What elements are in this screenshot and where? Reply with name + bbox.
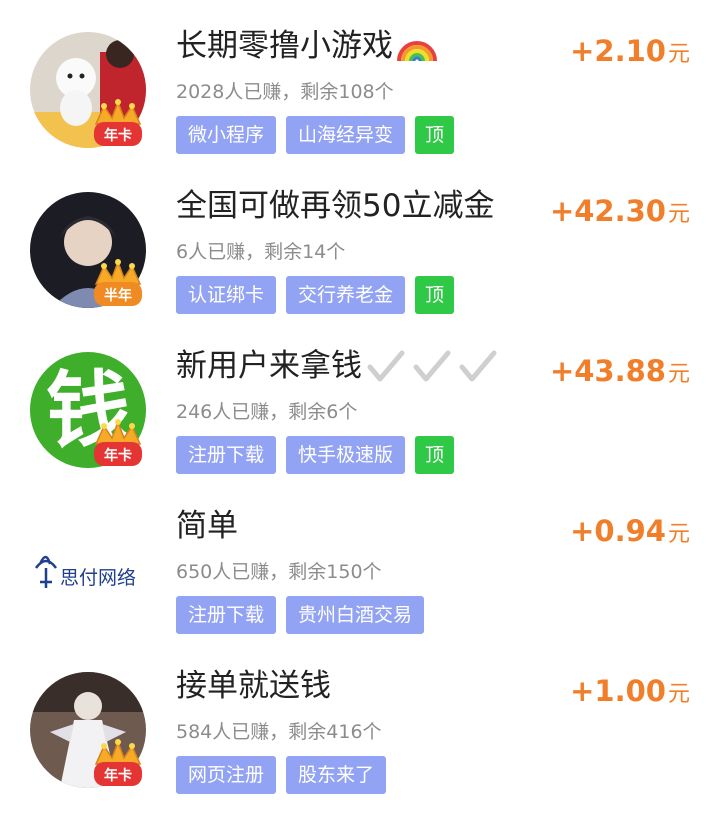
vip-badge-label: 半年 [104, 287, 132, 304]
vip-badge: 半年 [90, 256, 146, 312]
task-tags: 注册下载 快手极速版 顶 [176, 436, 455, 474]
reward-amount: +0.94 [570, 514, 666, 548]
reward-unit: 元 [667, 682, 690, 707]
task-title-text: 长期零撸小游戏 [176, 28, 393, 64]
tag: 注册下载 [176, 436, 277, 474]
top-tag: 顶 [415, 276, 455, 314]
reward-unit: 元 [667, 202, 690, 227]
task-tags: 认证绑卡 交行养老金 顶 [176, 276, 455, 314]
vip-badge: 年卡 [90, 736, 146, 792]
task-title-text: 简单 [176, 508, 238, 544]
task-tags: 注册下载 贵州白酒交易 [176, 596, 425, 634]
reward-amount: +2.10 [570, 34, 666, 68]
task-list: 年卡 长期零撸小游戏 2028人已赚，剩余108个 微小程序 山海经异变 顶 +… [0, 0, 720, 814]
task-title: 长期零撸小游戏 [176, 26, 437, 66]
tag: 股东来了 [286, 756, 387, 794]
vip-badge: 年卡 [90, 96, 146, 152]
reward-amount: +1.00 [570, 674, 666, 708]
task-reward: +42.30 元 [550, 194, 690, 228]
task-title-text: 新用户来拿钱 [176, 348, 362, 384]
reward-amount: +43.88 [549, 354, 666, 388]
reward-amount: +42.30 [549, 194, 666, 228]
task-stats: 584人已赚，剩余416个 [176, 721, 382, 743]
task-title-text: 接单就送钱 [176, 668, 331, 704]
task-title-text: 全国可做再领50立减金 [176, 188, 495, 224]
tag: 注册下载 [176, 596, 277, 634]
tag: 山海经异变 [286, 116, 406, 154]
task-reward: +43.88 元 [550, 354, 690, 388]
tag: 交行养老金 [286, 276, 406, 314]
task-stats: 246人已赚，剩余6个 [176, 401, 358, 423]
rainbow-icon [397, 29, 437, 63]
vip-badge-label: 年卡 [104, 127, 132, 144]
tag: 贵州白酒交易 [286, 596, 425, 634]
task-reward: +1.00 元 [570, 674, 690, 708]
task-item[interactable]: 年卡 接单就送钱 584人已赚，剩余416个 网页注册 股东来了 +1.00 元 [0, 640, 720, 800]
task-tags: 微小程序 山海经异变 顶 [176, 116, 455, 154]
avatar: 思付网络 [30, 512, 146, 628]
task-title: 新用户来拿钱 [176, 346, 498, 386]
check-marks-icon [366, 349, 498, 383]
task-item[interactable]: 思付网络 简单 650人已赚，剩余150个 注册下载 贵州白酒交易 +0.94 … [0, 480, 720, 640]
reward-unit: 元 [667, 362, 690, 387]
tag: 快手极速版 [286, 436, 406, 474]
task-title: 简单 [176, 506, 238, 546]
task-stats: 6人已赚，剩余14个 [176, 241, 346, 263]
vip-badge: 年卡 [90, 416, 146, 472]
task-item[interactable]: 半年 全国可做再领50立减金 6人已赚，剩余14个 认证绑卡 交行养老金 顶 +… [0, 160, 720, 320]
vip-badge-label: 年卡 [104, 767, 132, 784]
avatar-text: 思付网络 [60, 567, 136, 589]
task-stats: 650人已赚，剩余150个 [176, 561, 382, 583]
top-tag: 顶 [415, 116, 455, 154]
tag: 微小程序 [176, 116, 277, 154]
task-tags: 网页注册 股东来了 [176, 756, 387, 794]
task-item[interactable]: 年卡 长期零撸小游戏 2028人已赚，剩余108个 微小程序 山海经异变 顶 +… [0, 0, 720, 160]
task-stats: 2028人已赚，剩余108个 [176, 81, 394, 103]
tag: 认证绑卡 [176, 276, 277, 314]
task-title: 全国可做再领50立减金 [176, 186, 494, 226]
reward-unit: 元 [667, 42, 690, 67]
task-item[interactable]: 钱 年卡 新用户来拿钱 246人已赚，剩余6个 注册下载 快手极速版 顶 +43… [0, 320, 720, 480]
vip-badge-label: 年卡 [104, 447, 132, 464]
task-reward: +0.94 元 [570, 514, 690, 548]
tag: 网页注册 [176, 756, 277, 794]
top-tag: 顶 [415, 436, 455, 474]
task-reward: +2.10 元 [570, 34, 690, 68]
reward-unit: 元 [667, 522, 690, 547]
task-title: 接单就送钱 [176, 666, 331, 706]
